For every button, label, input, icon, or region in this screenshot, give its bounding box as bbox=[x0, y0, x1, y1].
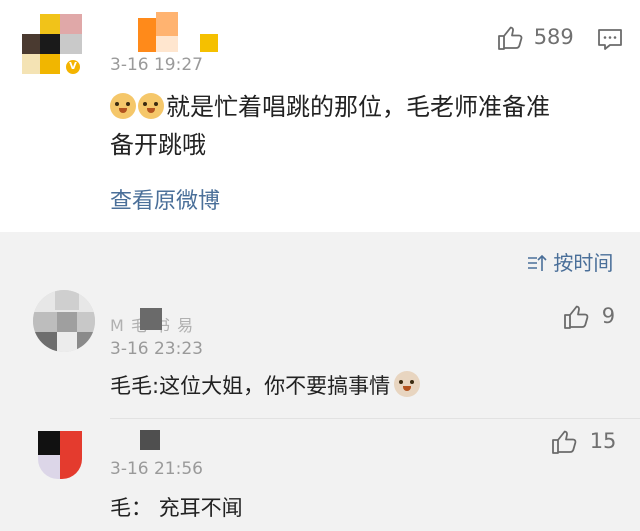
cat-emoji-icon bbox=[394, 371, 421, 397]
thumbs-up-icon bbox=[497, 25, 530, 50]
comment-timestamp: 3-16 23:23 bbox=[110, 339, 203, 359]
sort-label: 按时间 bbox=[553, 251, 614, 275]
view-original-link[interactable]: 查看原微博 bbox=[110, 183, 220, 215]
comment-text: 毛毛:这位大姐，你不要搞事情 bbox=[110, 370, 422, 400]
original-comment-card: V 3-16 19:27 589 就是忙着唱跳的那位，毛老师准备准 备开跳哦 查… bbox=[0, 0, 640, 232]
thumbs-up-icon bbox=[551, 429, 584, 454]
verified-badge-icon: V bbox=[64, 58, 82, 76]
comment-like-button[interactable]: 9 bbox=[563, 304, 615, 330]
comment-text: 毛： 充耳不闻 bbox=[110, 496, 243, 520]
doge-emoji-icon bbox=[138, 93, 164, 119]
post-text-line2: 备开跳哦 bbox=[110, 131, 206, 159]
divider bbox=[110, 418, 640, 419]
thumbs-up-icon bbox=[563, 304, 596, 329]
like-count: 9 bbox=[601, 304, 616, 328]
like-count: 589 bbox=[533, 25, 574, 49]
sort-by-time-button[interactable]: 按时间 bbox=[527, 247, 613, 276]
comment-timestamp: 3-16 21:56 bbox=[110, 459, 203, 479]
like-button[interactable]: 589 bbox=[497, 25, 574, 51]
name-pixelation bbox=[140, 308, 162, 330]
name-pixelation[interactable] bbox=[140, 430, 160, 450]
comment-like-button[interactable]: 15 bbox=[551, 429, 616, 455]
post-timestamp: 3-16 19:27 bbox=[110, 55, 203, 75]
post-text: 就是忙着唱跳的那位，毛老师准备准 备开跳哦 bbox=[110, 88, 620, 164]
like-count: 15 bbox=[589, 429, 617, 453]
sort-icon bbox=[527, 251, 553, 275]
comment-icon[interactable] bbox=[597, 28, 623, 56]
avatar[interactable] bbox=[38, 431, 82, 479]
user-name-pixelated[interactable] bbox=[138, 12, 218, 52]
avatar[interactable] bbox=[33, 290, 95, 352]
doge-emoji-icon bbox=[110, 93, 136, 119]
